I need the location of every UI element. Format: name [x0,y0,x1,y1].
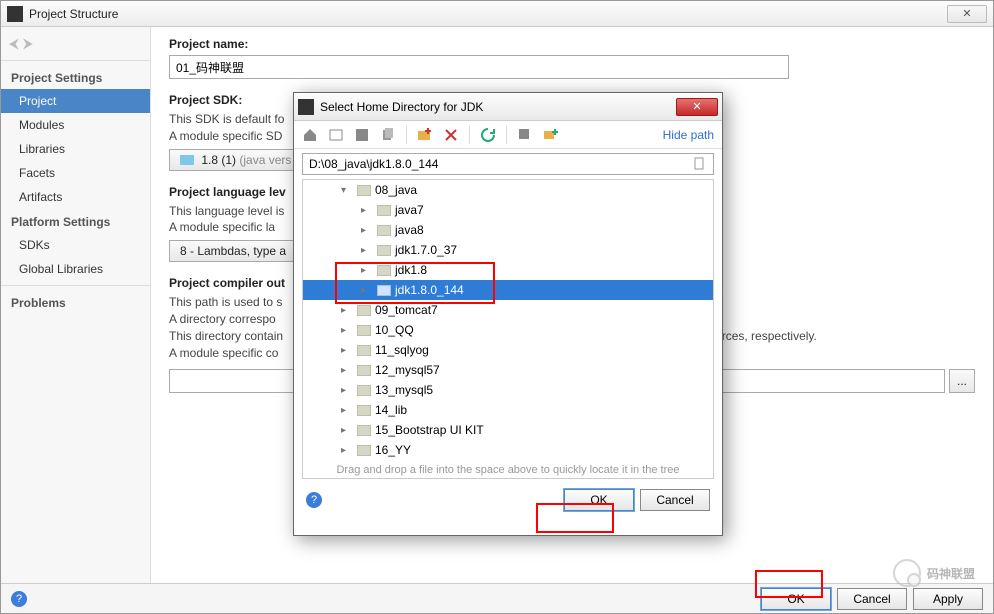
out-desc-3: This directory contain [169,329,283,343]
dialog-cancel-button[interactable]: Cancel [640,489,710,511]
tree-row[interactable]: ▸jdk1.8.0_144 [303,280,713,300]
dialog-toolbar: Hide path [294,121,722,149]
dialog-ok-button[interactable]: OK [564,489,634,511]
title-bar: Project Structure ✕ [1,1,993,27]
dialog-title: Select Home Directory for JDK [320,100,676,114]
tree-row[interactable]: ▸09_tomcat7 [303,300,713,320]
tree-row[interactable]: ▸10_QQ [303,320,713,340]
project-icon[interactable] [328,127,344,143]
tree-row[interactable]: ▸16_YY [303,440,713,460]
home-icon[interactable] [302,127,318,143]
dialog-bottom-bar: ? OK Cancel [294,481,722,519]
tree-hint: Drag and drop a file into the space abov… [303,464,713,476]
directory-tree[interactable]: ▾08_java ▸java7▸java8▸jdk1.7.0_37▸jdk1.8… [302,179,714,479]
sidebar-item-facets[interactable]: Facets [1,161,150,185]
cancel-button[interactable]: Cancel [837,588,907,610]
folder-icon [357,185,371,196]
sidebar-item-artifacts[interactable]: Artifacts [1,185,150,209]
folder-icon [377,265,391,276]
folder-icon [357,305,371,316]
app-icon [7,6,23,22]
tree-row[interactable]: ▸java8 [303,220,713,240]
tree-row[interactable]: ▸14_lib [303,400,713,420]
help-icon[interactable]: ? [11,591,27,607]
dialog-icon [298,99,314,115]
refresh-icon[interactable] [480,127,496,143]
project-name-input[interactable] [169,55,789,79]
folder-icon [357,445,371,456]
show-hidden-icon[interactable] [517,127,533,143]
disk-icon[interactable] [354,127,370,143]
sidebar-item-modules[interactable]: Modules [1,113,150,137]
tree-row[interactable]: ▸15_Bootstrap UI KIT [303,420,713,440]
folder-icon [357,365,371,376]
history-icon[interactable] [693,157,707,171]
tree-row[interactable]: ▸13_mysql5 [303,380,713,400]
watermark: 码神联盟 [893,559,975,587]
folder-icon [377,245,391,256]
new-folder-icon[interactable] [417,127,433,143]
ok-button[interactable]: OK [761,588,831,610]
project-name-label: Project name: [169,37,975,51]
sidebar: ⮜ ⮞ Project Settings Project Modules Lib… [1,27,151,583]
lang-level-combo[interactable]: 8 - Lambdas, type a [169,240,297,262]
out-desc-3b: urces, respectively. [715,329,817,343]
browse-button[interactable]: ... [949,369,975,393]
folder-icon [357,385,371,396]
folder-icon [357,345,371,356]
tree-row[interactable]: ▸jdk1.7.0_37 [303,240,713,260]
sidebar-item-libraries[interactable]: Libraries [1,137,150,161]
nav-arrows[interactable]: ⮜ ⮞ [1,31,150,56]
tree-row[interactable]: ▸java7 [303,200,713,220]
copy-icon[interactable] [380,127,396,143]
folder-icon [377,225,391,236]
sidebar-item-sdks[interactable]: SDKs [1,233,150,257]
folder-icon [377,285,391,296]
hide-path-link[interactable]: Hide path [663,128,714,142]
add-icon[interactable] [543,127,559,143]
apply-button[interactable]: Apply [913,588,983,610]
path-input[interactable]: D:\08_java\jdk1.8.0_144 [302,153,714,175]
folder-icon [357,425,371,436]
dialog-title-bar: Select Home Directory for JDK ✕ [294,93,722,121]
sidebar-item-project[interactable]: Project [1,89,150,113]
sidebar-heading-platform-settings: Platform Settings [1,209,150,233]
close-button[interactable]: ✕ [947,5,987,23]
sidebar-heading-project-settings: Project Settings [1,65,150,89]
bottom-bar: ? OK Cancel Apply [1,583,993,613]
folder-icon [377,205,391,216]
delete-icon[interactable] [443,127,459,143]
sidebar-item-global-libraries[interactable]: Global Libraries [1,257,150,281]
tree-row[interactable]: ▸11_sqlyog [303,340,713,360]
tree-row[interactable]: ▸jdk1.8 [303,260,713,280]
project-sdk-combo[interactable]: 1.8 (1) (java vers [169,149,302,171]
tree-row[interactable]: ▾08_java [303,180,713,200]
window-title: Project Structure [29,7,947,21]
dialog-help-icon[interactable]: ? [306,492,322,508]
select-home-directory-dialog: Select Home Directory for JDK ✕ Hide pat… [293,92,723,536]
folder-icon [357,325,371,336]
wechat-icon [893,559,921,587]
tree-row[interactable]: ▸12_mysql57 [303,360,713,380]
folder-icon [180,155,194,165]
dialog-close-button[interactable]: ✕ [676,98,718,116]
folder-icon [357,405,371,416]
sidebar-heading-problems[interactable]: Problems [1,290,150,314]
